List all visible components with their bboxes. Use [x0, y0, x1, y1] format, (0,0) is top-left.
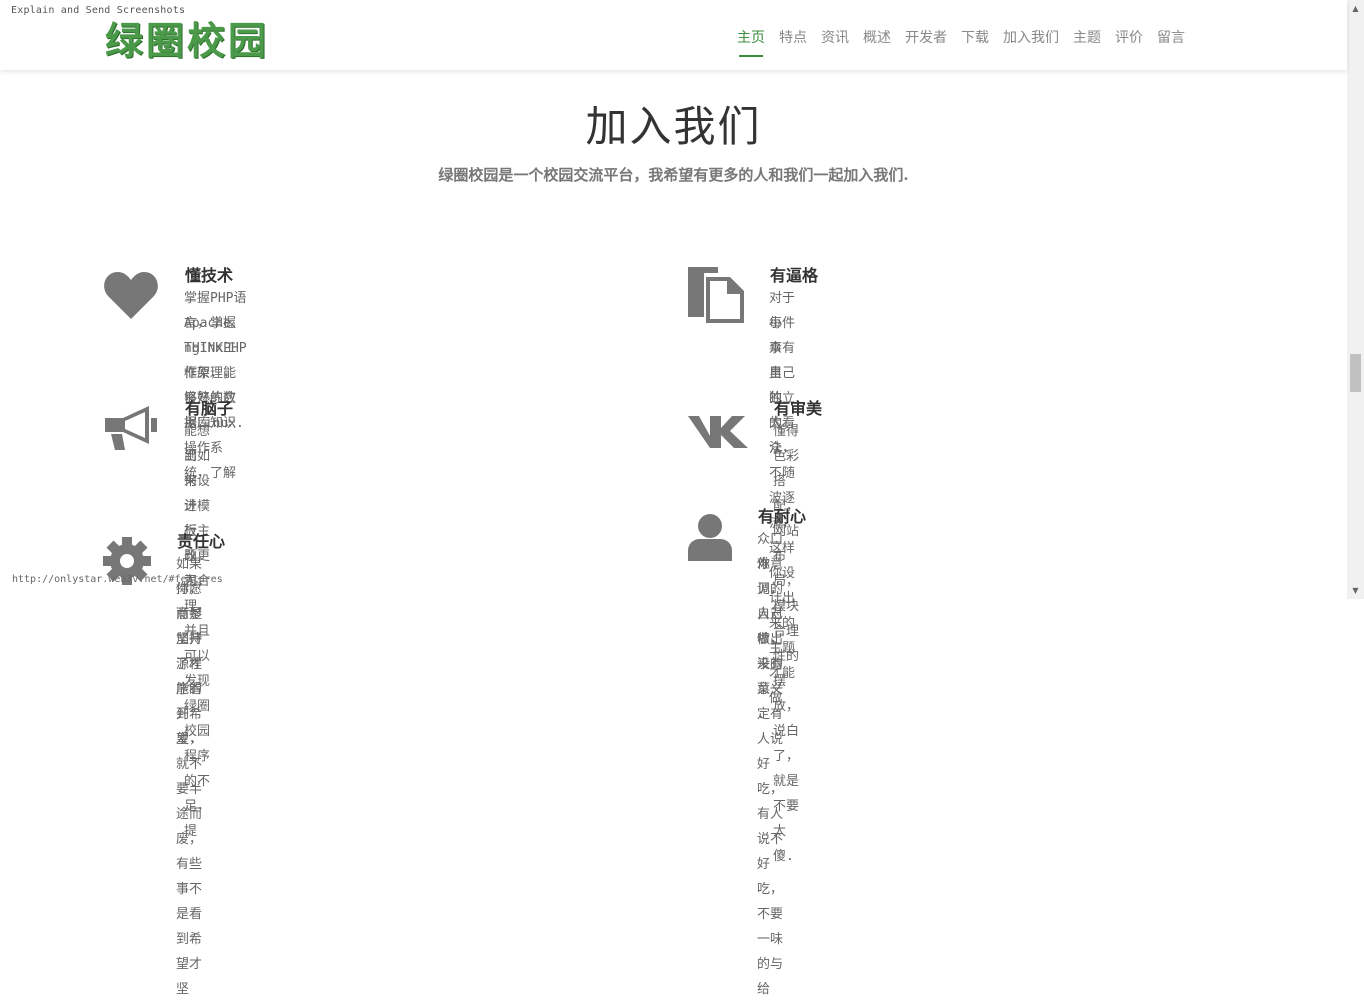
- nav-home[interactable]: 主页: [730, 27, 772, 57]
- screenshot-tool-label: Explain and Send Screenshots: [11, 5, 186, 16]
- section-subtitle: 绿圈校园是一个校园交流平台，我希望有更多的人和我们一起加入我们.: [438, 166, 909, 184]
- heart-icon: [103, 270, 159, 324]
- nav-overview[interactable]: 概述: [856, 27, 898, 55]
- main-nav: 主页 特点 资讯 概述 开发者 下载 加入我们 主题 评价 留言: [730, 27, 1192, 57]
- feature-title: 有审美: [774, 399, 823, 418]
- scroll-thumb[interactable]: [1350, 354, 1361, 392]
- nav-developers[interactable]: 开发者: [898, 27, 954, 55]
- nav-join-us[interactable]: 加入我们: [996, 27, 1066, 55]
- section-title: 加入我们: [585, 102, 762, 151]
- megaphone-icon: [103, 404, 159, 456]
- feature-title: 懂技术: [185, 266, 234, 285]
- site-logo[interactable]: 绿圈校园: [105, 10, 269, 65]
- scroll-up-arrow-icon[interactable]: ▲: [1347, 0, 1364, 17]
- nav-messages[interactable]: 留言: [1150, 27, 1192, 55]
- vk-icon: [688, 414, 748, 452]
- nav-download[interactable]: 下载: [954, 27, 996, 55]
- user-icon: [688, 513, 732, 565]
- feature-desc-line: 你意见的人对喷，没有意义 .: [757, 557, 784, 722]
- nav-news[interactable]: 资讯: [814, 27, 856, 55]
- feature-title: 责任心: [177, 532, 226, 551]
- feature-title: 有逼格: [770, 266, 819, 285]
- nav-reviews[interactable]: 评价: [1108, 27, 1150, 55]
- feature-title: 有脑子: [185, 399, 234, 418]
- status-url: http://onlystar.web3v.net/#features: [12, 574, 223, 585]
- vertical-scrollbar[interactable]: ▲ ▼: [1347, 0, 1364, 599]
- feature-desc-line: 持，而是坚持了才能看到希望.: [176, 582, 203, 747]
- document-icon: [688, 267, 744, 327]
- feature-title: 有耐心: [758, 507, 807, 526]
- nav-features[interactable]: 特点: [772, 27, 814, 55]
- nav-themes[interactable]: 主题: [1066, 27, 1108, 55]
- site-header: 绿圈校园 主页 特点 资讯 概述 开发者 下载 加入我们 主题 评价 留言: [0, 0, 1347, 70]
- scroll-down-arrow-icon[interactable]: ▼: [1347, 582, 1364, 599]
